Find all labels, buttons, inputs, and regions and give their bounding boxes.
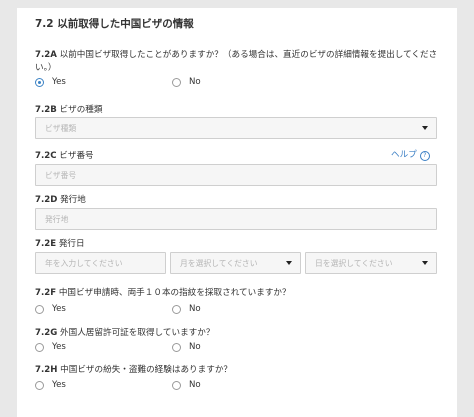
issue-month-placeholder: 月を選択してください: [180, 259, 258, 268]
question-7-2c-number: 7.2C: [35, 151, 57, 161]
radio-7-2h-no-label[interactable]: No: [189, 380, 201, 390]
radio-7-2a-yes[interactable]: [35, 78, 44, 87]
radio-7-2a-no[interactable]: [172, 78, 181, 87]
question-7-2c-text: ビザ番号: [56, 151, 94, 161]
issue-month-select[interactable]: 月を選択してください: [170, 252, 301, 274]
radio-7-2h-yes[interactable]: [35, 381, 44, 390]
question-7-2g-number: 7.2G: [35, 328, 58, 338]
help-question-icon[interactable]: ?: [419, 151, 430, 161]
help-link-label[interactable]: ヘルプ: [391, 150, 417, 160]
chevron-down-icon: [422, 126, 428, 130]
question-7-2h-number: 7.2H: [35, 365, 58, 375]
visa-type-select[interactable]: ビザ種類: [35, 117, 437, 139]
radio-7-2f-yes[interactable]: [35, 305, 44, 314]
question-7-2d-text: 発行地: [57, 195, 86, 205]
question-7-2d-number: 7.2D: [35, 195, 58, 205]
question-7-2e-text: 発行日: [56, 239, 85, 249]
visa-number-input[interactable]: ビザ番号: [35, 164, 437, 186]
radio-7-2a-no-label[interactable]: No: [189, 77, 201, 87]
visa-type-placeholder: ビザ種類: [45, 124, 77, 133]
question-7-2c-label: 7.2C ビザ番号: [35, 149, 94, 161]
question-7-2d-label: 7.2D 発行地: [35, 193, 86, 205]
question-7-2b-number: 7.2B: [35, 105, 57, 115]
issue-year-input[interactable]: 年を入力してください: [35, 252, 166, 274]
radio-7-2g-no-label[interactable]: No: [189, 342, 201, 352]
radio-7-2a-yes-label[interactable]: Yes: [52, 77, 66, 87]
radio-7-2f-yes-label[interactable]: Yes: [52, 304, 66, 314]
question-7-2b-text: ビザの種類: [56, 105, 103, 115]
section-title: 7.2 以前取得した中国ビザの情報: [35, 18, 194, 30]
question-7-2h-text: 中国ビザの紛失・盗難の経験はありますか？: [57, 365, 233, 375]
radio-7-2f-no-label[interactable]: No: [189, 304, 201, 314]
radio-7-2g-no[interactable]: [172, 343, 181, 352]
question-7-2a: 7.2A 以前中国ビザ取得したことがありますか？（ある場合は、直近のビザの詳細情…: [35, 49, 455, 75]
help-link[interactable]: ヘルプ?: [391, 148, 430, 161]
question-7-2a-text-line1: 以前中国ビザ取得したことがありますか？（ある場合は、直近のビザの詳細情報を提出し…: [56, 50, 438, 60]
chevron-down-icon: [422, 261, 428, 265]
question-7-2a-number: 7.2A: [35, 50, 57, 60]
visa-history-panel: 7.2 以前取得した中国ビザの情報 7.2A 以前中国ビザ取得したことがあります…: [17, 8, 457, 417]
issue-place-input[interactable]: 発行地: [35, 208, 437, 230]
question-7-2g-label: 7.2G 外国人居留許可証を取得していますか？: [35, 326, 214, 338]
issue-day-placeholder: 日を選択してください: [315, 259, 393, 268]
chevron-down-icon: [286, 261, 292, 265]
question-7-2g-text: 外国人居留許可証を取得していますか？: [57, 328, 215, 338]
radio-7-2h-no[interactable]: [172, 381, 181, 390]
issue-day-select[interactable]: 日を選択してください: [305, 252, 437, 274]
question-7-2h-label: 7.2H 中国ビザの紛失・盗難の経験はありますか？: [35, 363, 232, 375]
radio-7-2g-yes[interactable]: [35, 343, 44, 352]
issue-place-placeholder: 発行地: [45, 215, 69, 224]
question-7-2f-text: 中国ビザ申請時、両手１０本の指紋を採取されていますか？: [56, 288, 291, 298]
question-7-2e-label: 7.2E 発行日: [35, 237, 85, 249]
radio-7-2h-yes-label[interactable]: Yes: [52, 380, 66, 390]
question-7-2e-number: 7.2E: [35, 239, 57, 249]
question-7-2a-text-line2: い。）: [35, 63, 57, 73]
question-7-2b-label: 7.2B ビザの種類: [35, 103, 102, 115]
radio-7-2g-yes-label[interactable]: Yes: [52, 342, 66, 352]
radio-7-2f-no[interactable]: [172, 305, 181, 314]
issue-year-placeholder: 年を入力してください: [45, 259, 123, 268]
question-7-2f-number: 7.2F: [35, 288, 57, 298]
question-7-2f-label: 7.2F 中国ビザ申請時、両手１０本の指紋を採取されていますか？: [35, 286, 291, 298]
visa-number-placeholder: ビザ番号: [45, 171, 77, 180]
